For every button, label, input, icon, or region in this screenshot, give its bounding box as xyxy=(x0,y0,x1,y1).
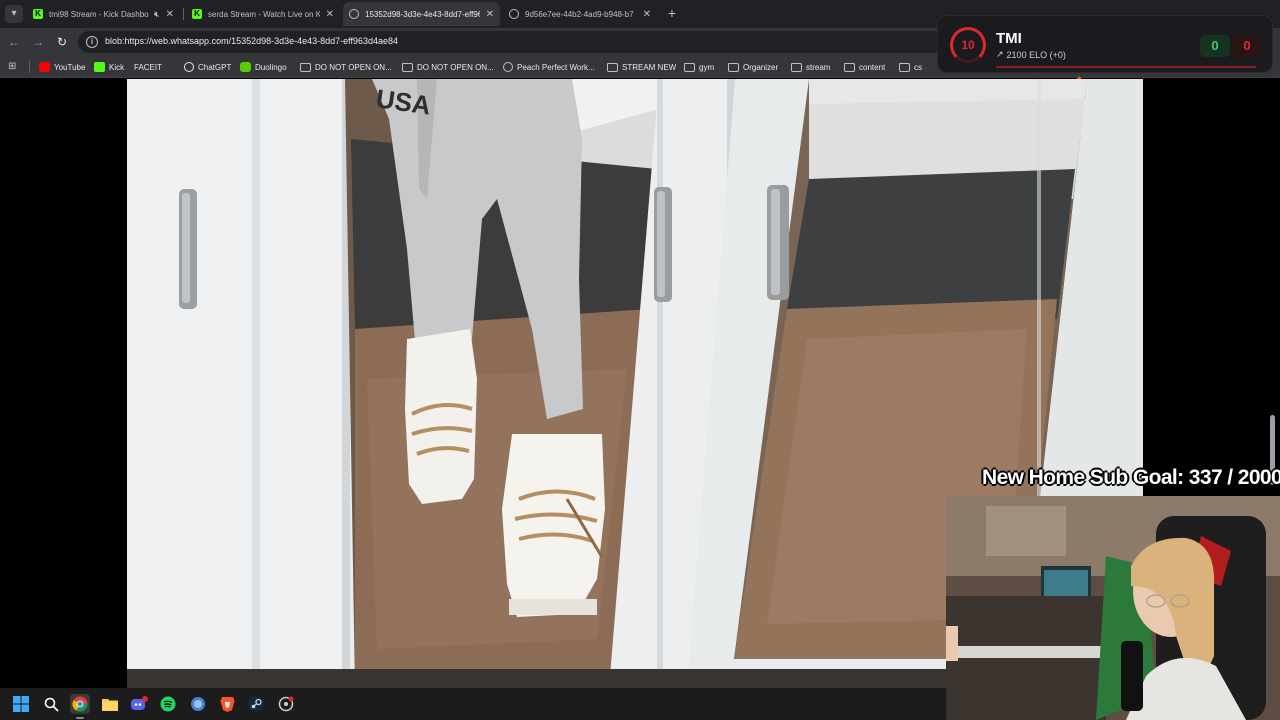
bookmark-label: stream xyxy=(806,62,831,72)
forward-arrow-icon[interactable]: → xyxy=(30,34,46,50)
folder-icon xyxy=(607,62,618,72)
bookmark-label: STREAM NEW xyxy=(622,62,677,72)
search-icon[interactable] xyxy=(41,694,61,714)
bookmark-label: FACEIT xyxy=(134,62,163,72)
faceit-elo-row: ↗ 2100 ELO (+0) xyxy=(996,49,1066,60)
faceit-level-badge: 10 xyxy=(950,27,986,63)
bookmark-folder-organizer[interactable]: Organizer xyxy=(728,59,778,75)
tab-title: tmi98 Stream - Kick Dashboard xyxy=(49,9,149,19)
faceit-elo-overlay: 10 TMI ↗ 2100 ELO (+0) 0 0 xyxy=(937,15,1273,73)
folder-icon xyxy=(791,62,802,72)
brave-icon[interactable] xyxy=(217,694,237,714)
bookmark-folder-stream[interactable]: stream xyxy=(791,59,830,75)
bookmark-label: Duolingo xyxy=(255,62,287,72)
trend-up-icon: ↗ xyxy=(996,49,1004,59)
app-icon[interactable] xyxy=(188,694,208,714)
muted-speaker-icon[interactable]: 🔇︎ xyxy=(154,9,160,20)
bookmark-label: gym xyxy=(699,62,715,72)
faceit-losses-count: 0 xyxy=(1232,35,1262,57)
bookmark-faceit[interactable]: FACEIT xyxy=(134,59,1082,84)
kick-icon xyxy=(94,62,105,72)
chrome-icon[interactable] xyxy=(70,694,90,714)
windows-start-icon[interactable] xyxy=(11,694,31,714)
globe-icon xyxy=(349,9,359,19)
bookmark-label: ChatGPT xyxy=(198,62,232,72)
tab-serda-stream[interactable]: K serda Stream - Watch Live on Kick ✕ xyxy=(186,2,340,26)
new-tab-button[interactable]: + xyxy=(664,5,680,21)
spotify-icon[interactable] xyxy=(158,694,178,714)
bookmark-folder-do-not-open-2[interactable]: DO NOT OPEN ON... xyxy=(402,59,494,75)
folder-icon xyxy=(402,62,413,72)
bookmark-label: Organizer xyxy=(743,62,779,72)
close-tab-icon[interactable]: ✕ xyxy=(486,9,494,20)
bookmark-label: DO NOT OPEN ON... xyxy=(315,62,392,72)
kick-icon: K xyxy=(192,9,202,19)
globe-icon xyxy=(503,62,513,72)
close-tab-icon[interactable]: ✕ xyxy=(326,9,334,20)
globe-icon xyxy=(509,9,519,19)
bookmark-youtube[interactable]: YouTube xyxy=(39,59,85,75)
site-info-icon[interactable]: i xyxy=(86,36,98,48)
faceit-progress-bar xyxy=(996,66,1256,68)
reload-icon[interactable]: ↻ xyxy=(54,34,70,50)
tab-whatsapp-blob-2[interactable]: 9d56e7ee-44b2-4ad9-b948-b7 ✕ xyxy=(503,2,657,26)
tab-search-icon[interactable]: ▾ xyxy=(5,5,23,23)
kick-icon: K xyxy=(33,9,43,19)
webcam-feed xyxy=(946,496,1280,720)
folder-icon xyxy=(684,62,695,72)
faceit-wins-count: 0 xyxy=(1200,35,1230,57)
active-app-indicator xyxy=(76,717,84,719)
folder-icon xyxy=(300,62,311,72)
bookmark-folder-cs[interactable]: cs xyxy=(899,59,922,75)
tab-title: serda Stream - Watch Live on Kick xyxy=(208,9,320,19)
sub-goal-overlay: New Home Sub Goal: 337 / 20000 xyxy=(982,466,1280,489)
close-tab-icon[interactable]: ✕ xyxy=(643,9,651,20)
bookmark-label: Kick xyxy=(109,62,125,72)
folder-icon xyxy=(899,62,910,72)
close-tab-icon[interactable]: ✕ xyxy=(166,9,174,20)
bookmark-label: DO NOT OPEN ON... xyxy=(417,62,494,72)
tab-title: 15352d98-3d3e-4e43-8dd7-eff963d4ae84 xyxy=(365,9,480,19)
bookmark-folder-gym[interactable]: gym xyxy=(684,59,714,75)
bookmark-label: Peach Perfect Work... xyxy=(517,62,595,72)
youtube-icon xyxy=(39,62,50,72)
file-explorer-icon[interactable] xyxy=(100,694,120,714)
bookmark-kick[interactable]: Kick xyxy=(94,59,124,75)
bookmark-peach-perfect[interactable]: Peach Perfect Work... xyxy=(503,59,595,75)
tab-whatsapp-blob-active[interactable]: 15352d98-3d3e-4e43-8dd7-eff963d4ae84 ✕ xyxy=(343,2,500,26)
bookmark-label: YouTube xyxy=(54,62,86,72)
folder-icon xyxy=(844,62,855,72)
back-arrow-icon[interactable]: ← xyxy=(6,34,22,50)
apps-grid-icon[interactable]: ⊞ xyxy=(8,61,19,72)
chatgpt-icon xyxy=(184,62,194,72)
discord-icon[interactable] xyxy=(129,694,149,714)
app-icon[interactable] xyxy=(276,694,296,714)
bookmark-folder-content[interactable]: content xyxy=(844,59,885,75)
bookmark-label: cs xyxy=(914,62,922,72)
streamer-webcam xyxy=(946,496,1280,720)
bookmark-chatgpt[interactable]: ChatGPT xyxy=(184,59,231,75)
bookmark-separator xyxy=(29,61,30,73)
faceit-player-name: TMI xyxy=(996,30,1022,47)
bookmark-folder-stream-new[interactable]: STREAM NEW xyxy=(607,59,676,75)
tab-separator xyxy=(183,8,184,20)
screen: ▾ K tmi98 Stream - Kick Dashboard 🔇︎ ✕ K… xyxy=(0,0,1280,720)
steam-icon[interactable] xyxy=(246,694,266,714)
tab-title: 9d56e7ee-44b2-4ad9-b948-b7 xyxy=(525,9,634,19)
faceit-elo-text: 2100 ELO (+0) xyxy=(1006,49,1066,60)
duolingo-icon xyxy=(240,62,251,72)
windows-taskbar xyxy=(0,688,946,720)
bookmark-duolingo[interactable]: Duolingo xyxy=(240,59,287,75)
folder-icon xyxy=(728,62,739,72)
url-text[interactable]: blob:https://web.whatsapp.com/15352d98-3… xyxy=(105,36,398,46)
bookmark-label: content xyxy=(859,62,886,72)
tab-kick-dashboard[interactable]: K tmi98 Stream - Kick Dashboard 🔇︎ ✕ xyxy=(27,2,180,26)
bookmark-folder-do-not-open-1[interactable]: DO NOT OPEN ON... xyxy=(300,59,392,75)
